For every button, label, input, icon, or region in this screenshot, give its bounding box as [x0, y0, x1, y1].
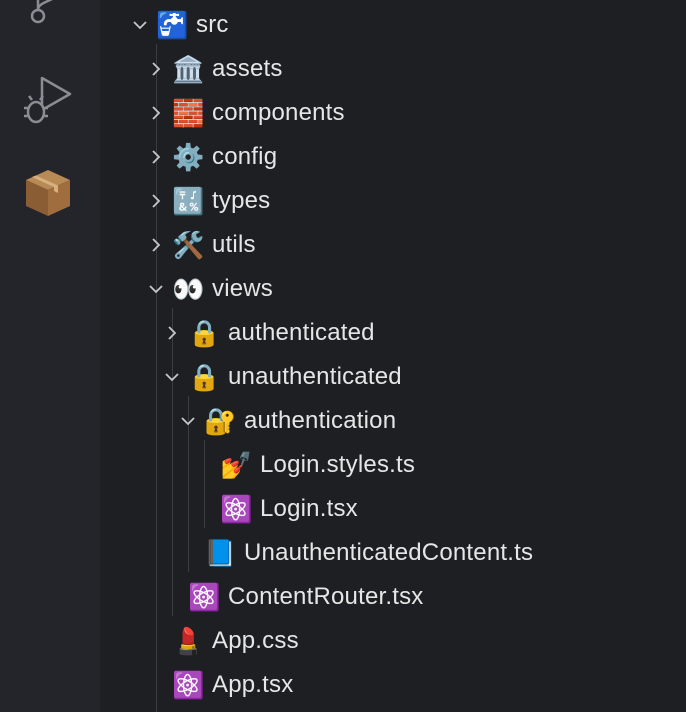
- package-icon[interactable]: [22, 166, 74, 218]
- chevron-down-icon[interactable]: [148, 281, 164, 297]
- tree-item-authenticated[interactable]: 🔒 authenticated: [100, 311, 686, 355]
- tree-item-label: views: [212, 275, 274, 302]
- file-icon: 🧱: [172, 98, 205, 128]
- tree-item-label: UnauthenticatedContent.ts: [244, 539, 534, 566]
- file-icon: 🛠️: [172, 230, 205, 260]
- tree-item-label: App.tsx: [212, 671, 294, 698]
- tree-item-label: types: [212, 187, 271, 214]
- file-icon: 🔒: [188, 362, 221, 392]
- tree-item-label: unauthenticated: [228, 363, 402, 390]
- tree-item-label: ContentRouter.tsx: [228, 583, 424, 610]
- chevron-right-icon[interactable]: [164, 325, 180, 341]
- chevron-down-icon[interactable]: [132, 17, 148, 33]
- file-icon: 💅: [220, 450, 253, 480]
- file-icon: ⚛️: [220, 494, 253, 524]
- tree-item-app-tsx[interactable]: ⚛️ App.tsx: [100, 663, 686, 707]
- file-icon: 🔒: [188, 318, 221, 348]
- file-icon: 🔣: [172, 186, 205, 216]
- file-explorer: 🚰 src 🏛️ assets 🧱 components ⚙️ config 🔣 types 🛠️ u…: [100, 0, 686, 712]
- tree-item-app-css[interactable]: 💄 App.css: [100, 619, 686, 663]
- tree-item-label: src: [196, 11, 229, 38]
- tree-item-views[interactable]: 👀 views: [100, 267, 686, 311]
- tree-item-utils[interactable]: 🛠️ utils: [100, 223, 686, 267]
- tree-item-label: Login.styles.ts: [260, 451, 416, 478]
- file-icon: 🏛️: [172, 54, 205, 84]
- chevron-right-icon[interactable]: [148, 193, 164, 209]
- tree-item-label: authentication: [244, 407, 397, 434]
- tree-item-components[interactable]: 🧱 components: [100, 91, 686, 135]
- tree-item-label: App.css: [212, 627, 299, 654]
- tree-item-unauthenticated[interactable]: 🔒 unauthenticated: [100, 355, 686, 399]
- file-icon: 📘: [204, 538, 237, 568]
- tree-item-contentrouter-tsx[interactable]: ⚛️ ContentRouter.tsx: [100, 575, 686, 619]
- file-icon: ⚛️: [188, 582, 221, 612]
- tree-item-label: Login.tsx: [260, 495, 358, 522]
- tree-item-label: authenticated: [228, 319, 375, 346]
- file-icon: 🔐: [204, 406, 237, 436]
- tree-item-assets[interactable]: 🏛️ assets: [100, 47, 686, 91]
- tree-item-label: utils: [212, 231, 256, 258]
- tree-item-types[interactable]: 🔣 types: [100, 179, 686, 223]
- tree-item-src[interactable]: 🚰 src: [100, 3, 686, 47]
- tree-item-label: config: [212, 143, 278, 170]
- tree-item-label: assets: [212, 55, 283, 82]
- tree-item-config[interactable]: ⚙️ config: [100, 135, 686, 179]
- chevron-down-icon[interactable]: [164, 369, 180, 385]
- chevron-right-icon[interactable]: [148, 237, 164, 253]
- git-branch-icon[interactable]: [24, 0, 72, 30]
- file-icon: ⚙️: [172, 142, 205, 172]
- file-icon: 👀: [172, 274, 205, 304]
- chevron-down-icon[interactable]: [180, 413, 196, 429]
- tree-item-login-styles-ts[interactable]: 💅 Login.styles.ts: [100, 443, 686, 487]
- file-icon: 🚰: [156, 10, 189, 40]
- tree-item-authentication[interactable]: 🔐 authentication: [100, 399, 686, 443]
- activity-bar: [0, 0, 100, 712]
- tree-item-label: components: [212, 99, 345, 126]
- file-icon: ⚛️: [172, 670, 205, 700]
- tree-item-unauthenticatedcontent-ts[interactable]: 📘 UnauthenticatedContent.ts: [100, 531, 686, 575]
- chevron-right-icon[interactable]: [148, 61, 164, 77]
- tree-item-login-tsx[interactable]: ⚛️ Login.tsx: [100, 487, 686, 531]
- chevron-right-icon[interactable]: [148, 105, 164, 121]
- file-icon: 💄: [172, 626, 205, 656]
- run-debug-icon[interactable]: [20, 72, 76, 128]
- chevron-right-icon[interactable]: [148, 149, 164, 165]
